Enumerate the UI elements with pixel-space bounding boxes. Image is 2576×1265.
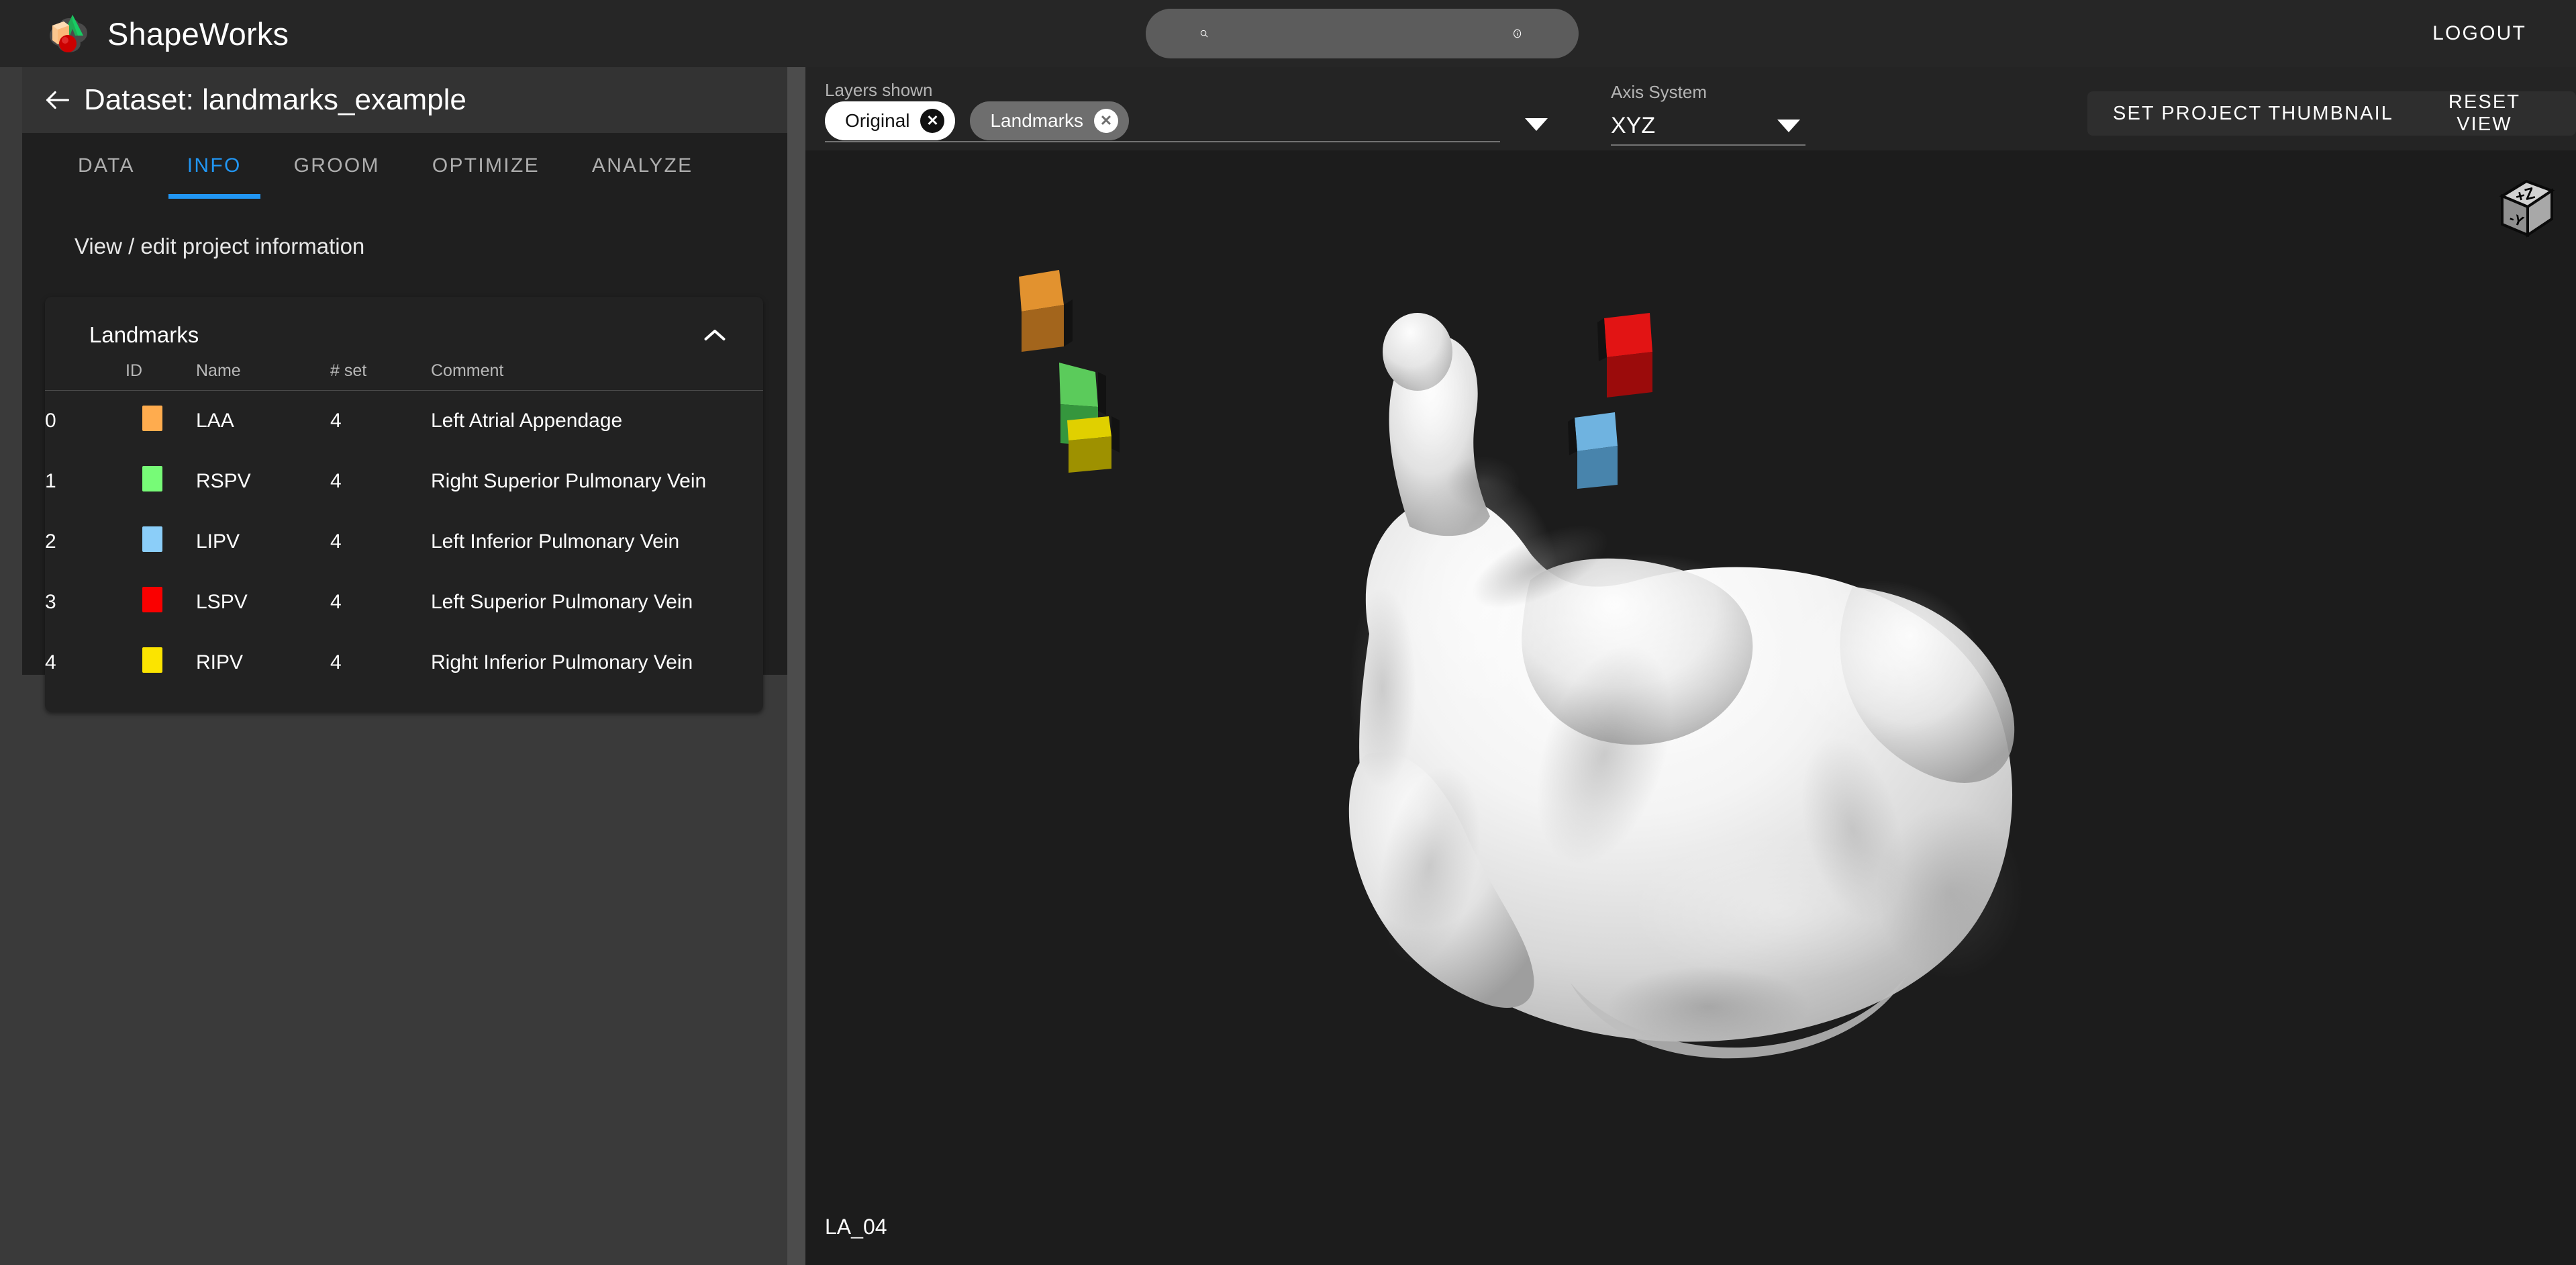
set-project-thumbnail-button[interactable]: SET PROJECT THUMBNAIL	[2087, 91, 2419, 136]
cell-color	[142, 572, 196, 632]
color-swatch	[142, 587, 162, 612]
dataset-header: Dataset: landmarks_example	[22, 67, 787, 133]
left-atrium-mesh[interactable]	[805, 150, 2576, 1265]
cell-set: 4	[330, 530, 342, 553]
tab-info[interactable]: INFO	[168, 133, 260, 199]
shapeworks-logo-icon	[44, 9, 94, 58]
axis-system-select[interactable]: XYZ	[1611, 107, 1805, 146]
app-root: ShapeWorks LOGOUT Dataset: landmarks_exa…	[0, 0, 2576, 1265]
tab-optimize[interactable]: OPTIMIZE	[413, 133, 558, 199]
search-input[interactable]	[1208, 21, 1512, 46]
axis-system-value: XYZ	[1611, 112, 1656, 138]
landmarks-table-head: ID Name # set Comment	[45, 361, 763, 391]
info-circle-icon[interactable]	[1512, 18, 1522, 49]
tab-groom[interactable]: GROOM	[275, 133, 399, 199]
axis-system-group: Axis System XYZ	[1611, 82, 1805, 146]
cell-comment: Left Superior Pulmonary Vein	[431, 591, 693, 613]
cell-id: 2	[45, 530, 56, 553]
cell-comment: Right Inferior Pulmonary Vein	[431, 651, 693, 673]
tab-analyze[interactable]: ANALYZE	[573, 133, 712, 199]
arrow-left-icon[interactable]	[42, 85, 73, 115]
viewport: Layers shown Original ✕ Landmarks ✕ Axis…	[805, 67, 2576, 1265]
panel-description: View / edit project information	[75, 234, 365, 259]
landmarks-card-title: Landmarks	[89, 322, 199, 347]
logout-button[interactable]: LOGOUT	[2383, 0, 2576, 67]
layer-chip-label: Landmarks	[990, 109, 1083, 131]
axis-system-label: Axis System	[1611, 82, 1707, 102]
page-title: Dataset: landmarks_example	[84, 83, 466, 116]
cell-set: 4	[330, 410, 342, 432]
column-header-color	[142, 361, 196, 391]
table-row[interactable]: 0 LAA 4 Left Atrial Appendage	[45, 391, 763, 452]
chevron-up-icon[interactable]	[703, 328, 727, 342]
cell-set: 4	[330, 470, 342, 492]
table-header-row: ID Name # set Comment	[45, 361, 763, 391]
chevron-down-icon[interactable]	[1525, 118, 1548, 131]
table-row[interactable]: 4 RIPV 4 Right Inferior Pulmonary Vein	[45, 632, 763, 693]
brand[interactable]: ShapeWorks	[44, 9, 289, 58]
close-icon[interactable]: ✕	[920, 108, 945, 133]
cell-set: 4	[330, 651, 342, 673]
layer-chip-landmarks[interactable]: Landmarks ✕	[970, 101, 1129, 140]
column-header-set: # set	[330, 361, 431, 391]
cell-color	[142, 512, 196, 572]
layers-shown-label: Layers shown	[825, 80, 933, 100]
tab-bar: DATA INFO GROOM OPTIMIZE ANALYZE	[22, 133, 787, 199]
cell-comment: Right Superior Pulmonary Vein	[431, 470, 707, 492]
cell-name: LIPV	[196, 530, 240, 553]
left-panel: Dataset: landmarks_example DATA INFO GRO…	[22, 67, 787, 712]
top-bar: ShapeWorks LOGOUT	[0, 0, 2576, 67]
sample-name-label: LA_04	[825, 1215, 887, 1239]
cell-name: LAA	[196, 410, 234, 432]
panel-scrollbar[interactable]	[787, 67, 805, 1265]
table-row[interactable]: 3 LSPV 4 Left Superior Pulmonary Vein	[45, 572, 763, 632]
search-bar[interactable]	[1146, 9, 1579, 58]
table-row[interactable]: 1 RSPV 4 Right Superior Pulmonary Vein	[45, 451, 763, 512]
cell-id: 3	[45, 591, 56, 613]
orientation-cube-widget[interactable]: +Z -Y	[2495, 173, 2557, 244]
layer-chip-original[interactable]: Original ✕	[825, 101, 956, 140]
cell-id: 0	[45, 410, 56, 432]
viewport-toolbar: Layers shown Original ✕ Landmarks ✕ Axis…	[805, 67, 2576, 150]
column-header-id: ID	[45, 361, 142, 391]
brand-title: ShapeWorks	[107, 15, 289, 52]
column-header-name: Name	[196, 361, 330, 391]
close-icon[interactable]: ✕	[1094, 108, 1118, 133]
3d-scene[interactable]	[805, 150, 2576, 1265]
search-icon	[1200, 30, 1208, 38]
cell-name: LSPV	[196, 591, 248, 613]
cell-name: RSPV	[196, 470, 251, 492]
layer-chip-label: Original	[845, 109, 910, 131]
cell-name: RIPV	[196, 651, 244, 673]
cell-comment: Left Atrial Appendage	[431, 410, 623, 432]
column-header-comment: Comment	[431, 361, 763, 391]
cell-color	[142, 632, 196, 693]
cell-id: 1	[45, 470, 56, 492]
color-swatch	[142, 406, 162, 431]
cell-color	[142, 451, 196, 512]
cell-id: 4	[45, 651, 56, 673]
reset-view-button[interactable]: RESET VIEW	[2393, 91, 2576, 136]
color-swatch	[142, 647, 162, 673]
cell-color	[142, 391, 196, 452]
landmarks-table-body: 0 LAA 4 Left Atrial Appendage 1 RSPV 4 R…	[45, 391, 763, 694]
tab-data[interactable]: DATA	[59, 133, 154, 199]
color-swatch	[142, 466, 162, 491]
table-row[interactable]: 2 LIPV 4 Left Inferior Pulmonary Vein	[45, 512, 763, 572]
chevron-down-icon	[1777, 119, 1800, 132]
landmarks-card: Landmarks ID Name # set Comment 0 LAA 4 …	[45, 297, 763, 712]
color-swatch	[142, 526, 162, 552]
landmarks-card-header[interactable]: Landmarks	[45, 297, 763, 361]
layers-shown-field[interactable]: Original ✕ Landmarks ✕	[825, 100, 1500, 142]
landmarks-table: ID Name # set Comment 0 LAA 4 Left Atria…	[45, 361, 763, 693]
cell-comment: Left Inferior Pulmonary Vein	[431, 530, 680, 553]
cell-set: 4	[330, 591, 342, 613]
